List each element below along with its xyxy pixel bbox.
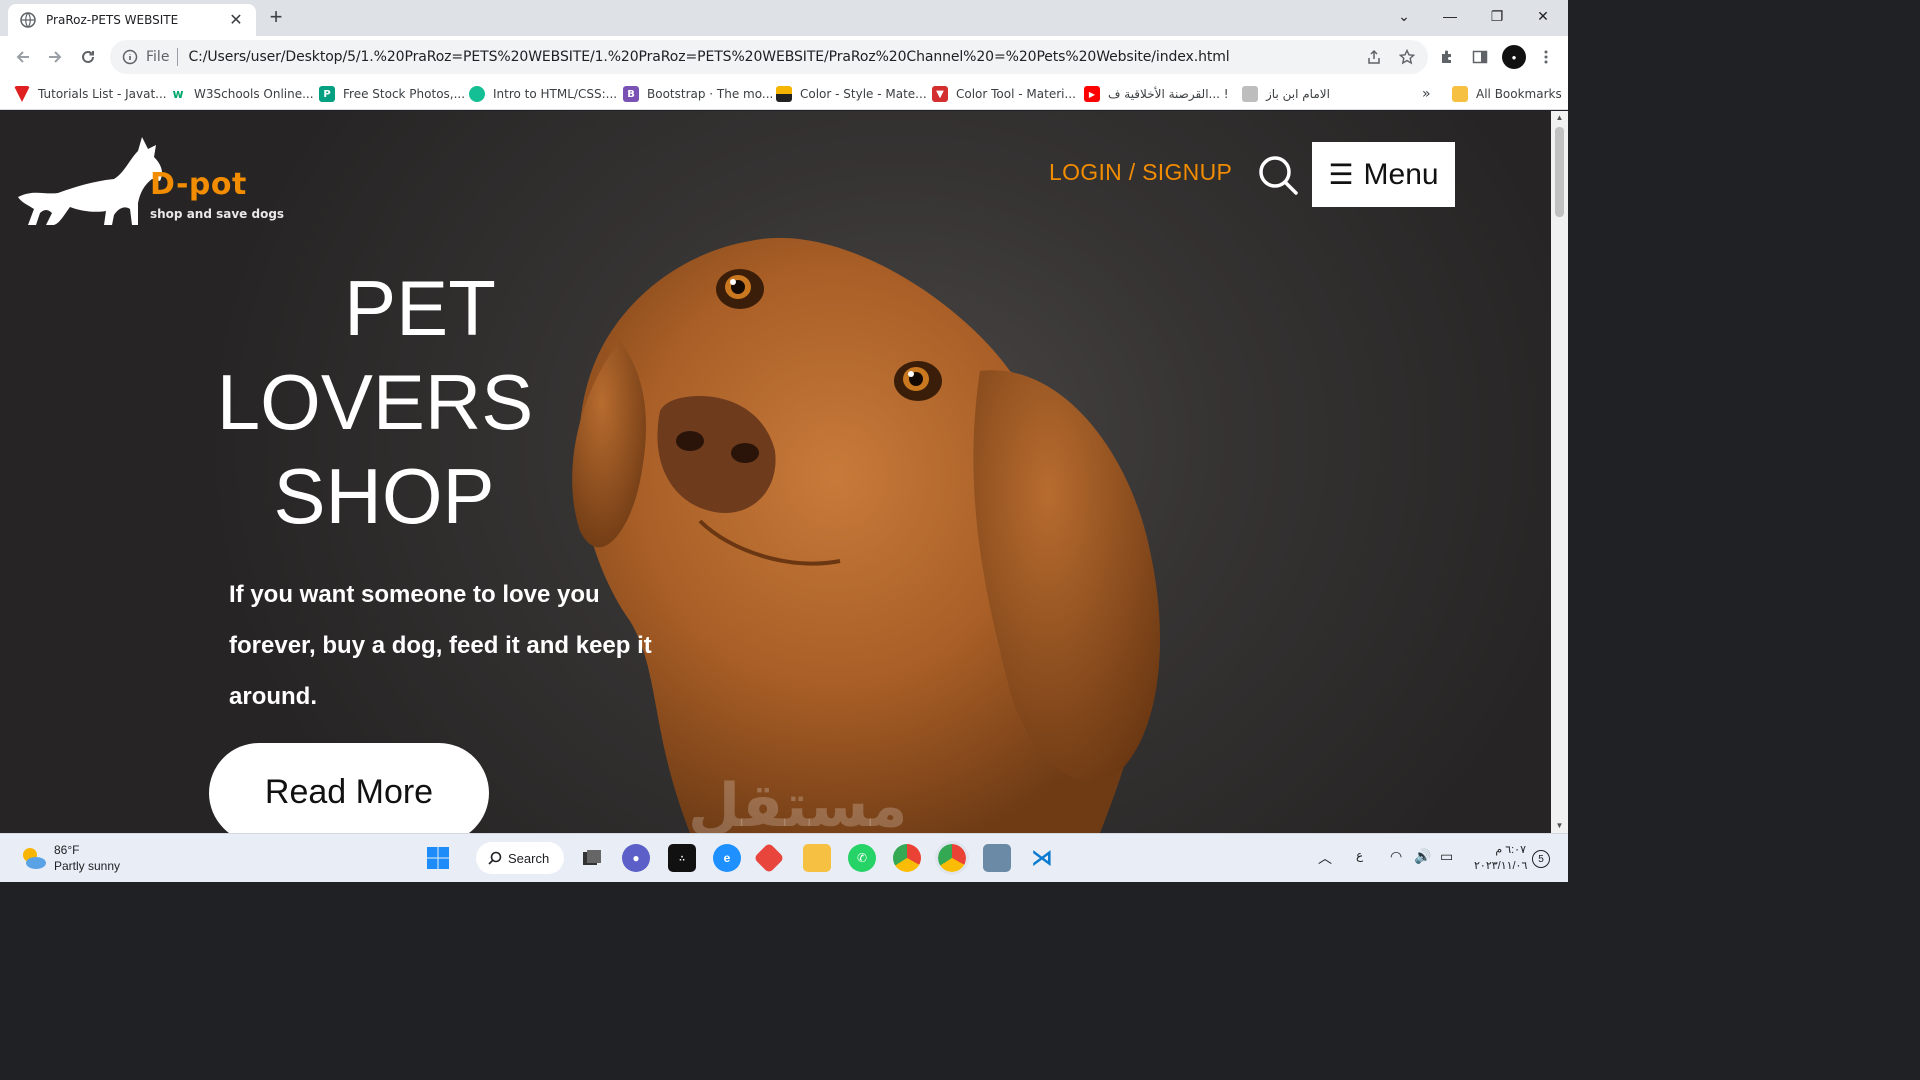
material-icon [776,86,792,102]
bookmark-item[interactable]: w W3Schools Online... [170,84,313,104]
taskbar-search[interactable]: Search [476,842,564,874]
battery-icon[interactable]: ▭ [1440,848,1453,865]
forward-icon[interactable] [42,44,68,70]
khan-academy-icon [469,86,485,102]
login-signup-link[interactable]: LOGIN / SIGNUP [1049,159,1232,186]
bookmark-item[interactable]: الامام ابن باز [1242,84,1330,104]
browser-toolbar: File C:/Users/user/Desktop/5/1.%20PraRoz… [0,36,1568,78]
more-menu-icon[interactable] [1533,44,1559,70]
folder-icon [1452,86,1468,102]
bookmark-item[interactable]: Tutorials List - Javat... [14,84,167,104]
taskbar-search-label: Search [508,850,550,866]
browser-tab[interactable]: PraRoz-PETS WEBSITE ✕ [8,4,256,36]
whatsapp-icon[interactable]: ✆ [848,844,876,872]
brand-name[interactable]: D-pot [150,167,247,202]
chrome-active-icon[interactable] [935,841,969,875]
clock-time: ٦:٠٧ م [1495,844,1526,856]
search-icon[interactable] [1256,153,1300,197]
hamburger-icon: ☰ [1328,159,1354,190]
menu-button[interactable]: ☰ Menu [1312,142,1455,207]
scroll-thumb[interactable] [1555,127,1564,217]
teams-chat-icon[interactable]: ● [622,844,650,872]
scroll-up-icon[interactable]: ▲ [1551,111,1568,125]
bookmark-item[interactable]: Intro to HTML/CSS:... [469,84,617,104]
all-bookmarks[interactable]: All Bookmarks [1452,84,1562,104]
hero-title-line: LOVERS [216,358,534,446]
bookmark-item[interactable]: B Bootstrap · The mo... [623,84,773,104]
javatpoint-icon [14,86,30,102]
bootstrap-icon: B [623,86,639,102]
address-separator [177,48,179,66]
edge-icon[interactable]: e [713,844,741,872]
notification-badge[interactable]: 5 [1532,850,1550,868]
weather-text: Partly sunny [54,859,121,873]
pexels-icon: P [319,86,335,102]
search-icon [488,851,502,865]
volume-icon[interactable]: 🔊 [1414,848,1431,865]
material-tool-icon: ▼ [932,86,948,102]
tray-chevron-icon[interactable]: ︿ [1318,848,1332,868]
brand-tagline: shop and save dogs [150,207,285,221]
scroll-down-icon[interactable]: ▼ [1551,819,1568,833]
new-tab-icon[interactable]: + [264,6,288,30]
address-bar[interactable]: File C:/Users/user/Desktop/5/1.%20PraRoz… [110,40,1428,74]
photo-app-icon[interactable] [983,844,1011,872]
profile-avatar[interactable]: ● [1502,45,1526,69]
globe-icon [20,12,36,28]
app-icon[interactable]: ∴ [668,844,696,872]
web-page: D-pot shop and save dogs LOGIN / SIGNUP … [0,111,1551,833]
mostaql-watermark: مستقل [688,771,908,833]
youtube-icon: ▶ [1084,86,1100,102]
tab-search-icon[interactable]: ⌄ [1381,4,1427,28]
site-icon [1242,86,1258,102]
address-scheme: File [146,49,170,65]
wifi-icon[interactable]: ◠ [1390,848,1402,865]
input-language[interactable]: ع [1356,848,1363,862]
w3schools-icon: w [172,87,184,101]
system-clock[interactable]: ٦:٠٧ م ٢٠٢٣/١١/٠٦ [1474,842,1528,874]
tab-title: PraRoz-PETS WEBSITE [46,13,179,27]
task-view-icon[interactable] [578,844,606,872]
hero-title-line: PET [344,264,496,352]
partly-sunny-icon [23,848,46,869]
reload-icon[interactable] [75,44,101,70]
page-scrollbar[interactable]: ▲ ▼ [1551,111,1568,833]
bookmark-star-icon[interactable] [1394,44,1420,70]
tab-close-icon[interactable]: ✕ [226,10,246,30]
back-icon[interactable] [10,44,36,70]
dog-hero-image [572,237,1160,833]
info-icon[interactable] [122,49,138,65]
temperature: 86°F [54,843,80,857]
bookmark-item[interactable]: ▼ Color Tool - Materi... [932,84,1076,104]
office-icon[interactable] [753,842,785,874]
tab-strip: PraRoz-PETS WEBSITE ✕ + ⌄ — ❐ ✕ [0,0,1568,36]
clock-date: ٢٠٢٣/١١/٠٦ [1474,860,1528,872]
bookmark-item[interactable]: P Free Stock Photos,... [319,84,465,104]
extensions-icon[interactable] [1434,44,1460,70]
windows-taskbar: 86°F Partly sunny Search ● ∴ e ✆ ⋊ ︿ ع ◠… [0,833,1568,882]
vscode-icon[interactable]: ⋊ [1028,844,1056,872]
read-more-button[interactable]: Read More [209,743,489,833]
menu-label: Menu [1363,157,1439,191]
bookmarks-overflow[interactable]: » [1422,84,1431,104]
bookmarks-bar: Tutorials List - Javat... w W3Schools Onl… [0,78,1568,110]
file-explorer-icon[interactable] [803,844,831,872]
address-url[interactable]: C:/Users/user/Desktop/5/1.%20PraRoz=PETS… [188,49,1229,65]
minimize-icon[interactable]: — [1427,4,1473,28]
chrome-icon[interactable] [893,844,921,872]
hero-description: If you want someone to love you forever,… [229,581,652,710]
bookmark-item[interactable]: Color - Style - Mate... [776,84,927,104]
windows-start-icon[interactable] [424,844,452,872]
side-panel-icon[interactable] [1467,44,1493,70]
close-window-icon[interactable]: ✕ [1520,4,1566,28]
restore-icon[interactable]: ❐ [1474,4,1520,28]
share-icon[interactable] [1361,44,1387,70]
hero-title: PET LOVERS SHOP [190,261,560,543]
hero-title-line: SHOP [273,452,495,540]
bookmark-item[interactable]: ▶ القرصنة الأخلاقية ف... ! [1084,84,1229,104]
weather-widget[interactable]: 86°F Partly sunny [18,842,120,874]
